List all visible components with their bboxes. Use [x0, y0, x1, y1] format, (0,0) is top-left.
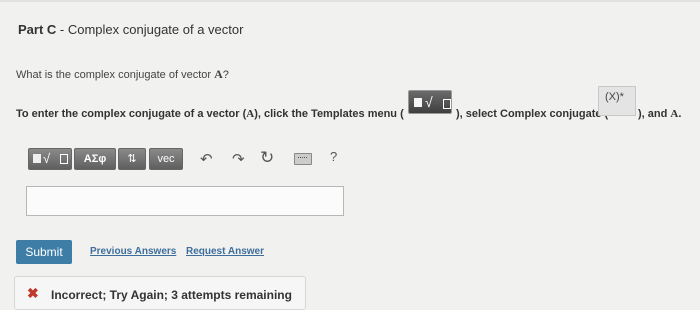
question-text: What is the complex conjugate of vector …	[16, 67, 229, 82]
previous-answers-link[interactable]: Previous Answers	[90, 246, 176, 257]
instruction-vector: A	[246, 108, 255, 120]
feedback-box: ✖ Incorrect; Try Again; 3 attempts remai…	[14, 276, 306, 310]
request-answer-link[interactable]: Request Answer	[186, 246, 264, 257]
part-separator: -	[56, 22, 68, 37]
complex-conjugate-label: (X)*	[605, 91, 624, 103]
instruction-line: To enter the complex conjugate of a vect…	[16, 108, 404, 120]
templates-button[interactable]: √	[28, 148, 72, 170]
submit-button[interactable]: Submit	[16, 240, 72, 264]
template-box-icon	[60, 154, 68, 164]
instruction-part4: ), and	[638, 108, 671, 120]
instruction-ending: ), and A.	[638, 108, 681, 120]
question-vector: A	[214, 67, 223, 81]
template-radical-icon: √	[425, 94, 433, 110]
undo-icon[interactable]: ↶	[200, 150, 213, 168]
instruction-end-period: .	[678, 108, 682, 120]
template-box-icon	[443, 99, 451, 109]
part-title: Part C - Complex conjugate of a vector	[18, 22, 243, 37]
reset-icon[interactable]: ↻	[260, 148, 274, 168]
radical-icon: √	[43, 151, 51, 166]
help-button[interactable]: ?	[330, 149, 337, 164]
arrows-button[interactable]: ⇅	[118, 148, 146, 170]
greek-symbols-button[interactable]: ΑΣφ	[74, 148, 116, 170]
keyboard-icon[interactable]	[294, 153, 312, 165]
answer-input[interactable]	[26, 186, 344, 216]
complex-conjugate-icon: (X)*	[598, 86, 636, 116]
instruction-part1: To enter the complex conjugate of a vect…	[16, 108, 247, 120]
template-square-icon	[414, 98, 422, 107]
incorrect-icon: ✖	[27, 285, 39, 301]
question-suffix: ?	[222, 69, 229, 81]
part-label: Part C	[18, 22, 57, 37]
vector-button[interactable]: vec	[149, 148, 183, 170]
feedback-text: Incorrect; Try Again; 3 attempts remaini…	[51, 288, 292, 302]
redo-icon[interactable]: ↷	[232, 150, 245, 168]
instruction-part2: ), click the Templates menu (	[254, 108, 404, 120]
question-prompt: What is the complex conjugate of vector	[16, 69, 215, 81]
template-square-icon	[33, 154, 41, 163]
part-title-text: Complex conjugate of a vector	[67, 22, 244, 37]
instruction-part3: ), select Complex conjugate (	[456, 108, 609, 120]
templates-menu-icon: √	[408, 90, 452, 114]
top-divider	[0, 0, 700, 2]
